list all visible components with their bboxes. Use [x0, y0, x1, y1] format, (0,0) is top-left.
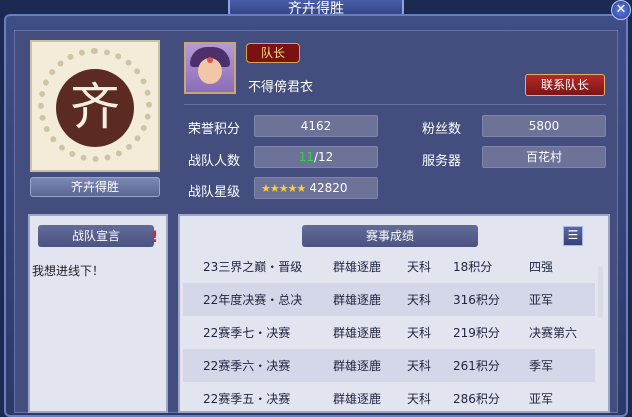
result-division: 天科 — [407, 326, 432, 340]
result-row[interactable]: 23三界之巅・晋级 群雄逐鹿 天科 18积分 四强 — [183, 250, 595, 283]
result-division: 天科 — [407, 260, 432, 274]
result-score: 219积分 — [453, 326, 500, 340]
menu-icon[interactable]: ☰ — [563, 226, 583, 246]
captain-badge: 队长 — [246, 43, 300, 63]
result-score: 261积分 — [453, 359, 500, 373]
emblem-glyph: 齐 — [56, 69, 134, 147]
rank-label: 战队星级 — [188, 185, 241, 200]
result-division: 天科 — [407, 392, 432, 406]
fans-label: 粉丝数 — [422, 122, 462, 137]
honor-label: 荣誉积分 — [188, 122, 241, 137]
result-group: 群雄逐鹿 — [333, 326, 382, 340]
result-event: 22赛季七・决赛 — [203, 326, 291, 340]
result-group: 群雄逐鹿 — [333, 260, 382, 274]
avatar-gem — [207, 57, 213, 63]
fans-value: 5800 — [482, 115, 606, 137]
result-event: 22年度决赛・总决 — [203, 293, 303, 307]
result-division: 天科 — [407, 293, 432, 307]
result-event: 22赛季五・决赛 — [203, 392, 291, 406]
result-group: 群雄逐鹿 — [333, 293, 382, 307]
members-value: 11/12 — [254, 146, 378, 168]
result-event: 22赛季六・决赛 — [203, 359, 291, 373]
manifesto-text: 我想进线下！ — [32, 264, 105, 278]
result-place: 季军 — [529, 359, 554, 373]
result-row[interactable]: 22赛季五・决赛 群雄逐鹿 天科 286积分 亚军 — [183, 382, 595, 411]
server-value: 百花村 — [482, 146, 606, 168]
result-row[interactable]: 22赛季七・决赛 群雄逐鹿 天科 219积分 决赛第六 — [183, 316, 595, 349]
alert-icon: ! — [151, 227, 159, 246]
captain-name: 不得傍君衣 — [248, 80, 314, 95]
result-row[interactable]: 22年度决赛・总决 群雄逐鹿 天科 316积分 亚军 — [183, 283, 595, 316]
divider — [184, 104, 606, 105]
captain-avatar[interactable] — [184, 42, 236, 94]
result-group: 群雄逐鹿 — [333, 392, 382, 406]
members-total: /12 — [313, 150, 334, 164]
contact-captain-button[interactable]: 联系队长 — [525, 74, 605, 96]
results-title: 赛事成绩 — [302, 225, 478, 247]
result-place: 决赛第六 — [529, 326, 578, 340]
rank-score: 42820 — [309, 181, 348, 195]
result-score: 286积分 — [453, 392, 500, 406]
members-label: 战队人数 — [188, 154, 241, 169]
members-current: 11 — [298, 150, 314, 164]
team-name: 齐卉得胜 — [30, 177, 160, 197]
result-place: 四强 — [529, 260, 554, 274]
server-label: 服务器 — [422, 154, 462, 169]
result-score: 18积分 — [453, 260, 493, 274]
close-icon[interactable]: ✕ — [611, 0, 631, 20]
manifesto-title: 战队宣言 — [38, 225, 154, 247]
honor-value: 4162 — [254, 115, 378, 137]
scrollbar[interactable] — [598, 266, 603, 318]
result-place: 亚军 — [529, 392, 554, 406]
result-division: 天科 — [407, 359, 432, 373]
star-icon: ★★★★★ — [261, 182, 306, 195]
result-event: 23三界之巅・晋级 — [203, 260, 303, 274]
rank-value: ★★★★★ 42820 — [254, 177, 378, 199]
result-place: 亚军 — [529, 293, 554, 307]
team-emblem: 齐 — [30, 40, 160, 172]
result-group: 群雄逐鹿 — [333, 359, 382, 373]
result-row[interactable]: 22赛季六・决赛 群雄逐鹿 天科 261积分 季军 — [183, 349, 595, 382]
result-score: 316积分 — [453, 293, 500, 307]
